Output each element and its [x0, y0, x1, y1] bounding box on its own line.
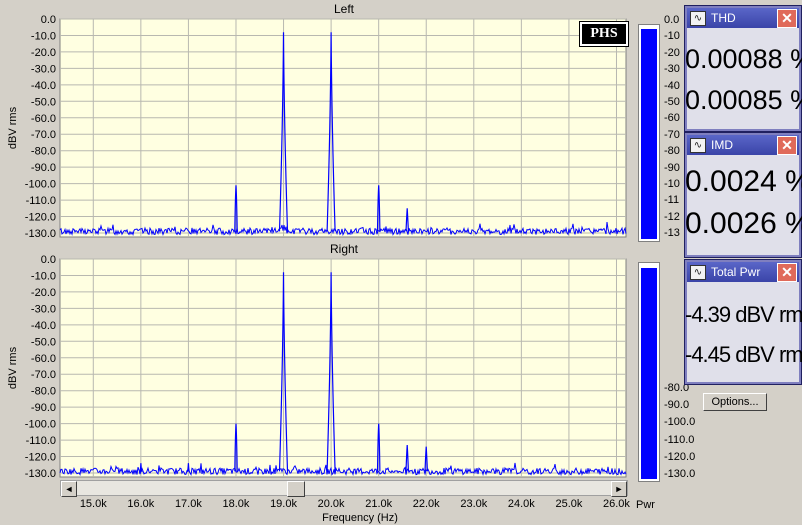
x-tick-label: 19.0k	[270, 498, 297, 510]
top-y-tick-label: -130.0	[25, 228, 56, 240]
close-icon[interactable]: ✕	[777, 9, 797, 28]
thd-widget[interactable]: ∿ THD ✕ 0.00088 % 0.00085 %	[684, 5, 802, 132]
total-power-title: Total Pwr	[711, 265, 761, 279]
meter-tick-label: -90	[664, 161, 680, 174]
bottom-y-tick-label: -80.0	[31, 386, 56, 398]
options-button[interactable]: Options...	[703, 393, 767, 411]
top-y-tick-label: 0.0	[41, 14, 56, 26]
bottom-y-tick-label: -50.0	[31, 336, 56, 348]
meter-tick-label: -100.0	[664, 416, 696, 429]
imd-widget[interactable]: ∿ IMD ✕ 0.0024 % 0.0026 %	[684, 132, 802, 258]
frequency-scrollbar[interactable]: ◄ ►	[60, 480, 628, 497]
meter-tick-label: -12	[664, 210, 680, 223]
bottom-y-axis-label: dBV rms	[7, 346, 19, 389]
x-tick-label: 20.0k	[317, 498, 345, 510]
imd-value-right: 0.0026 %	[685, 207, 802, 240]
x-axis-label: Frequency (Hz)	[322, 512, 398, 524]
scroll-thumb[interactable]	[287, 481, 305, 497]
waveform-icon: ∿	[690, 138, 706, 153]
top-y-tick-label: -80.0	[31, 146, 56, 158]
x-tick-label: 21.0k	[365, 498, 393, 510]
bottom-y-tick-label: -130.0	[25, 468, 56, 480]
x-tick-label: 18.0k	[222, 498, 250, 510]
bottom-power-meter-fill	[641, 267, 657, 479]
imd-title-bar[interactable]: ∿ IMD ✕	[687, 135, 799, 155]
x-tick-label: 16.0k	[127, 498, 155, 510]
top-y-tick-label: -100.0	[25, 179, 56, 191]
bottom-y-tick-label: -100.0	[25, 419, 56, 431]
bottom-y-tick-label: -60.0	[31, 353, 56, 365]
meter-tick-label: -70	[664, 128, 680, 141]
x-tick-label: 22.0k	[412, 498, 440, 510]
meter-tick-label: -10	[664, 30, 680, 43]
imd-title: IMD	[711, 138, 733, 152]
top-power-meter	[638, 24, 660, 242]
top-y-tick-label: -90.0	[31, 162, 56, 174]
bottom-y-tick-label: -40.0	[31, 320, 56, 332]
scroll-right-button[interactable]: ►	[611, 481, 627, 497]
top-y-tick-label: -30.0	[31, 63, 56, 75]
meter-tick-label: -13	[664, 227, 680, 240]
waveform-icon: ∿	[690, 265, 706, 280]
meter-tick-label: 0.0	[664, 14, 680, 26]
top-y-tick-label: -50.0	[31, 96, 56, 108]
bottom-y-tick-label: -20.0	[31, 287, 56, 299]
thd-title-bar[interactable]: ∿ THD ✕	[687, 8, 799, 28]
imd-value-left: 0.0024 %	[685, 165, 802, 198]
x-tick-label: 24.0k	[507, 498, 535, 510]
bottom-y-tick-label: -10.0	[31, 270, 56, 282]
thd-value-right: 0.00085 %	[685, 85, 802, 115]
meter-tick-label: -80	[664, 145, 680, 158]
top-y-tick-label: -60.0	[31, 113, 56, 125]
x-tick-label: 26.0k	[603, 498, 630, 510]
waveform-icon: ∿	[690, 11, 706, 26]
total-power-title-bar[interactable]: ∿ Total Pwr ✕	[687, 262, 799, 282]
x-tick-label: 17.0k	[174, 498, 202, 510]
bottom-power-meter	[638, 262, 660, 482]
meter-tick-label: -120.0	[664, 450, 696, 463]
meter-tick-label: -30	[664, 63, 680, 76]
top-y-tick-label: -120.0	[25, 212, 56, 224]
meter-tick-label: -11	[664, 194, 680, 207]
meter-tick-label: -10	[664, 178, 680, 190]
bottom-y-tick-label: -30.0	[31, 303, 56, 315]
meter-tick-label: -130.0	[664, 468, 696, 480]
top-y-axis-label: dBV rms	[7, 106, 19, 149]
top-y-tick-label: -10.0	[31, 30, 56, 42]
thd-title: THD	[711, 11, 736, 25]
top-y-tick-label: -20.0	[31, 47, 56, 59]
meter-tick-label: -50	[664, 96, 680, 108]
bottom-y-tick-label: -120.0	[25, 452, 56, 464]
total-power-value-left: -4.39 dBV rms	[685, 302, 802, 327]
meter-tick-label: -60	[664, 112, 680, 125]
bottom-y-tick-label: 0.0	[41, 254, 56, 266]
meter-tick-label: -40	[664, 79, 680, 92]
total-power-value-right: -4.45 dBV rms	[685, 342, 802, 367]
phs-badge: PHS	[579, 21, 629, 47]
top-chart: 0.0 -10.0 -20.0 -30.0 -40.0 -50.0 -60.0 -70.0 -8…	[7, 14, 627, 240]
top-power-meter-fill	[641, 29, 657, 239]
meter-tick-label: -20	[664, 46, 680, 59]
top-y-tick-label: -40.0	[31, 80, 56, 92]
close-icon[interactable]: ✕	[777, 136, 797, 155]
x-tick-label: 23.0k	[460, 498, 488, 510]
bottom-y-tick-label: -70.0	[31, 369, 56, 381]
meter-tick-label: -110.0	[664, 433, 695, 446]
close-icon[interactable]: ✕	[777, 263, 797, 282]
meter-tick-label: -90.0	[664, 399, 690, 412]
scroll-left-button[interactable]: ◄	[61, 481, 77, 497]
bottom-y-tick-label: -110.0	[26, 435, 56, 447]
meter-label: Pwr	[636, 499, 655, 511]
x-tick-label: 25.0k	[555, 498, 583, 510]
x-tick-label: 15.0k	[79, 498, 107, 510]
total-power-widget[interactable]: ∿ Total Pwr ✕ -4.39 dBV rms -4.45 dBV rm…	[684, 259, 802, 385]
thd-value-left: 0.00088 %	[685, 44, 802, 74]
bottom-y-tick-label: -90.0	[31, 402, 56, 414]
top-y-tick-label: -110.0	[26, 195, 56, 207]
top-y-tick-label: -70.0	[31, 129, 56, 141]
